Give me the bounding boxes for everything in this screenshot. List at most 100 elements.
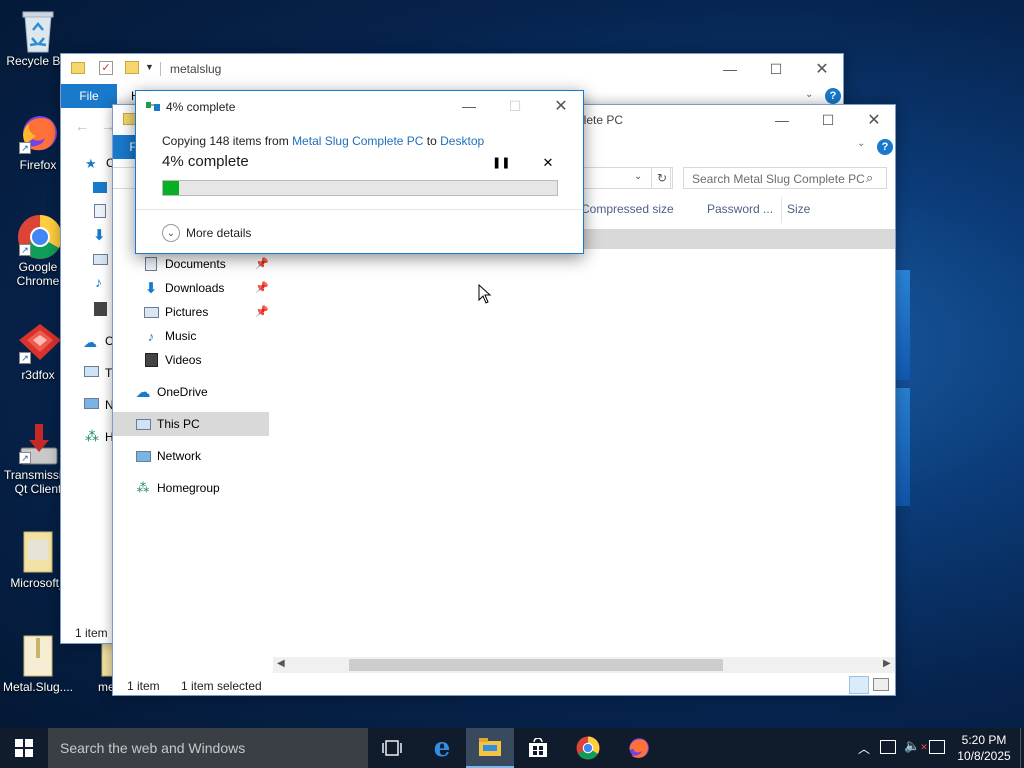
shortcut-arrow-icon: ↗ — [19, 452, 31, 464]
firefox-icon: ↗ — [17, 112, 59, 154]
tab-file[interactable]: File — [61, 84, 117, 108]
onedrive-icon[interactable]: ☁ — [83, 334, 97, 351]
maximize-button: ☐ — [508, 97, 522, 114]
minimize-button[interactable]: — — [707, 54, 753, 84]
sidebar-item-label: Homegroup — [157, 481, 220, 495]
pin-icon[interactable]: 📌 — [255, 305, 269, 318]
minimize-button[interactable]: — — [446, 91, 492, 121]
shortcut-arrow-icon: ↗ — [19, 352, 31, 364]
sidebar-item-onedrive[interactable]: ☁ OneDrive — [135, 380, 208, 404]
clock-time: 5:20 PM — [961, 733, 1007, 747]
sidebar-item-pictures[interactable]: Pictures — [143, 300, 208, 324]
help-icon[interactable]: ? — [825, 88, 841, 104]
refresh-button[interactable]: ↻ — [651, 167, 673, 189]
ribbon-expand-icon[interactable]: ⌄ — [857, 138, 865, 149]
folder-icon — [17, 530, 59, 573]
minimize-button[interactable]: — — [759, 105, 805, 135]
more-details-button[interactable]: ⌄ More details — [162, 223, 251, 243]
status-selected: 1 item selected — [181, 679, 262, 693]
show-desktop-button[interactable] — [1020, 728, 1024, 768]
expand-chevron-icon: ⌄ — [162, 224, 180, 242]
documents-icon — [143, 256, 159, 272]
address-dropdown-icon[interactable]: ⌄ — [634, 171, 642, 182]
network-tray-icon[interactable] — [880, 740, 896, 754]
large-icons-view-icon[interactable] — [873, 678, 889, 691]
sidebar-item-label: Network — [157, 449, 202, 463]
help-icon[interactable]: ? — [877, 139, 893, 155]
taskbar-search-input[interactable]: Search the web and Windows — [60, 740, 245, 756]
column-header-compressed-size[interactable]: Compressed size — [581, 202, 674, 216]
scroll-left-icon[interactable]: ◀ — [277, 658, 285, 669]
maximize-button[interactable]: ☐ — [805, 105, 851, 135]
ribbon-expand-icon[interactable]: ⌄ — [805, 89, 813, 100]
file-explorer-icon[interactable] — [466, 728, 514, 768]
dialog-divider — [136, 209, 583, 210]
progress-heading: 4% complete — [162, 153, 249, 170]
close-button[interactable]: ✕ — [851, 105, 897, 135]
sidebar-item-network[interactable]: Network — [135, 444, 201, 468]
sidebar-item-this-pc[interactable]: This PC — [113, 412, 269, 436]
wallpaper-pane — [896, 270, 910, 380]
task-view-icon[interactable] — [368, 728, 416, 768]
desktop-icon-label: Microsoft_ — [10, 576, 66, 590]
maximize-button[interactable]: ☐ — [753, 54, 799, 84]
pin-icon[interactable]: 📌 — [255, 281, 269, 294]
close-button[interactable]: ✕ — [799, 54, 845, 84]
pin-icon[interactable]: 📌 — [255, 257, 269, 270]
start-button[interactable] — [0, 728, 48, 768]
title-bar[interactable]: ✓ ▼ metalslug — ☐ ✕ — [61, 54, 843, 84]
column-divider — [781, 197, 782, 223]
properties-icon[interactable]: ✓ — [99, 61, 113, 75]
sidebar-item-label: Videos — [165, 353, 202, 367]
quick-access-dropdown-icon[interactable]: ▼ — [145, 62, 154, 72]
scroll-thumb[interactable] — [349, 659, 723, 671]
source-link[interactable]: Metal Slug Complete PC — [292, 134, 423, 148]
details-view-icon[interactable] — [849, 676, 869, 694]
sidebar-item-downloads[interactable]: ⬇ Downloads — [143, 276, 225, 300]
this-pc-icon[interactable] — [84, 366, 99, 377]
sidebar-item-music[interactable]: ♪ Music — [143, 324, 197, 348]
pictures-icon[interactable] — [93, 254, 108, 265]
downloads-icon: ⬇ — [144, 280, 158, 297]
copy-progress-dialog[interactable]: 4% complete — ☐ ✕ Copying 148 items from… — [135, 90, 584, 254]
videos-icon[interactable] — [94, 302, 107, 316]
sidebar-item-videos[interactable]: Videos — [143, 348, 201, 372]
sidebar-item-homegroup[interactable]: ⁂ Homegroup — [135, 476, 220, 500]
volume-muted-icon[interactable]: 🔈✕ — [904, 738, 928, 754]
mouse-cursor-icon — [478, 284, 492, 304]
store-icon[interactable] — [514, 728, 562, 768]
network-icon[interactable] — [84, 398, 99, 409]
firefox-icon[interactable] — [614, 728, 662, 768]
taskbar-search-box[interactable]: Search the web and Windows — [48, 728, 368, 768]
search-box[interactable]: Search Metal Slug Complete PC ⌕ — [683, 167, 887, 189]
cancel-button[interactable]: ✕ — [540, 155, 556, 171]
music-icon[interactable]: ♪ — [95, 274, 102, 290]
pause-button[interactable]: ❚❚ — [492, 156, 510, 170]
sidebar-item-label: Downloads — [165, 281, 225, 295]
progress-bar — [162, 180, 558, 196]
chrome-icon[interactable] — [564, 728, 612, 768]
horizontal-scrollbar[interactable]: ◀ ▶ — [273, 657, 895, 673]
search-input[interactable]: Search Metal Slug Complete PC — [692, 172, 865, 186]
clock[interactable]: 5:20 PM 10/8/2025 — [952, 732, 1016, 764]
documents-icon[interactable] — [94, 204, 106, 218]
tray-overflow-icon[interactable]: ︿ — [858, 740, 870, 757]
desktop-icon-small[interactable] — [93, 182, 107, 193]
nav-back-icon[interactable]: ← — [75, 118, 89, 134]
sidebar-item-label: This PC — [157, 417, 200, 431]
column-header-size[interactable]: Size — [787, 202, 810, 216]
destination-link[interactable]: Desktop — [440, 134, 484, 148]
scroll-right-icon[interactable]: ▶ — [883, 658, 891, 669]
downloads-icon[interactable]: ⬇ — [93, 226, 106, 244]
sidebar-item-label: Pictures — [165, 305, 209, 319]
action-center-icon[interactable] — [929, 740, 945, 754]
close-button[interactable]: ✕ — [538, 91, 584, 121]
new-folder-icon[interactable] — [125, 61, 139, 74]
column-header-password[interactable]: Password ... — [707, 202, 773, 216]
quick-access-star-icon[interactable]: ★ — [85, 156, 97, 172]
edge-icon[interactable]: e — [418, 728, 466, 768]
dialog-title-bar[interactable]: 4% complete — ☐ ✕ — [136, 91, 583, 121]
windows-logo-icon — [15, 739, 33, 757]
sidebar-item-documents[interactable]: Documents — [143, 252, 226, 276]
homegroup-icon[interactable]: ⁂ — [85, 428, 99, 445]
